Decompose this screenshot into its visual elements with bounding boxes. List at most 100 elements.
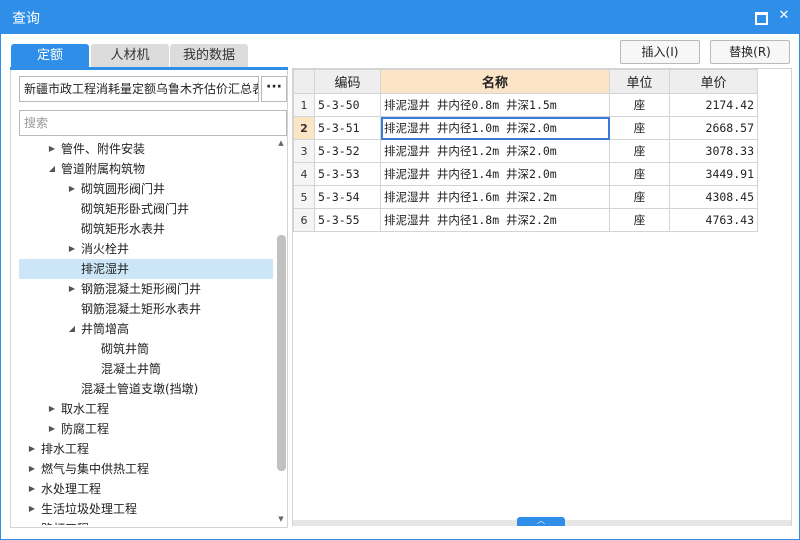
- table-row[interactable]: 6 5-3-55 排泥湿井 井内径1.8m 井深2.2m 座 4763.43: [293, 208, 758, 232]
- table-row[interactable]: 4 5-3-53 排泥湿井 井内径1.4m 井深2.0m 座 3449.91: [293, 162, 758, 186]
- tree-item[interactable]: ▶ 路灯工程: [19, 519, 273, 525]
- search-input[interactable]: [19, 110, 287, 136]
- cell-code[interactable]: 5-3-54: [314, 185, 381, 209]
- cell-unit[interactable]: 座: [609, 162, 670, 186]
- grid-scrollbar[interactable]: ︿: [293, 517, 791, 526]
- row-number[interactable]: 5: [293, 185, 315, 209]
- scroll-up-icon[interactable]: ▲: [275, 137, 287, 149]
- tree-item[interactable]: ▶ 取水工程: [19, 399, 273, 419]
- cell-unit[interactable]: 座: [609, 208, 670, 232]
- title-bar: 查询 ✕: [0, 0, 800, 34]
- table-row[interactable]: 3 5-3-52 排泥湿井 井内径1.2m 井深2.0m 座 3078.33: [293, 139, 758, 163]
- tree-item[interactable]: ▶ 防腐工程: [19, 419, 273, 439]
- cell-name[interactable]: 排泥湿井 井内径1.4m 井深2.0m: [380, 162, 610, 186]
- cell-code[interactable]: 5-3-50: [314, 93, 381, 117]
- tree-item[interactable]: ▶ 管件、附件安装: [19, 139, 273, 159]
- cell-price[interactable]: 2668.57: [669, 116, 758, 140]
- cell-unit[interactable]: 座: [609, 139, 670, 163]
- cell-unit[interactable]: 座: [609, 116, 670, 140]
- scroll-thumb[interactable]: [277, 235, 286, 471]
- expand-arrow-icon[interactable]: ▶: [47, 139, 57, 159]
- maximize-icon[interactable]: [752, 8, 768, 25]
- tree-item[interactable]: 砌筑矩形卧式阀门井: [19, 199, 273, 219]
- cell-unit[interactable]: 座: [609, 93, 670, 117]
- tree-item-label: 钢筋混凝土矩形阀门井: [81, 282, 202, 296]
- quota-grid-panel: 编码 名称 单位 单价 1 5-3-50 排泥湿井 井内径0.8m 井深1.5m 座 2…: [292, 68, 792, 526]
- row-number[interactable]: 4: [293, 162, 315, 186]
- collapse-arrow-icon[interactable]: ◢: [67, 319, 77, 339]
- cell-code[interactable]: 5-3-53: [314, 162, 381, 186]
- close-icon[interactable]: ✕: [776, 8, 792, 24]
- tab-labor-material-machine[interactable]: 人材机: [91, 44, 169, 68]
- tree-item[interactable]: ▶ 钢筋混凝土矩形阀门井: [19, 279, 273, 299]
- expand-arrow-icon[interactable]: ▶: [67, 279, 77, 299]
- more-button[interactable]: ···: [261, 76, 287, 102]
- expand-arrow-icon[interactable]: ▶: [47, 419, 57, 439]
- cell-name[interactable]: 排泥湿井 井内径1.8m 井深2.2m: [380, 208, 610, 232]
- header-unit[interactable]: 单位: [609, 69, 670, 94]
- tree-item[interactable]: 混凝土管道支墩(挡墩): [19, 379, 273, 399]
- tree-item[interactable]: ◢ 井筒增高: [19, 319, 273, 339]
- tree-item-label: 排水工程: [41, 442, 90, 456]
- cell-price[interactable]: 2174.42: [669, 93, 758, 117]
- tree-scrollbar[interactable]: ▲ ▼: [275, 137, 287, 525]
- expand-arrow-icon[interactable]: ▶: [47, 399, 57, 419]
- cell-unit[interactable]: 座: [609, 185, 670, 209]
- tree-item[interactable]: ▶ 燃气与集中供热工程: [19, 459, 273, 479]
- tree-item-label: 砌筑矩形水表井: [81, 222, 166, 236]
- expand-arrow-icon[interactable]: ▶: [27, 519, 37, 525]
- header-name[interactable]: 名称: [380, 69, 610, 94]
- row-number[interactable]: 3: [293, 139, 315, 163]
- tree-item[interactable]: 砌筑井筒: [19, 339, 273, 359]
- tree-item[interactable]: ◢ 管道附属构筑物: [19, 159, 273, 179]
- cell-name[interactable]: 排泥湿井 井内径1.6m 井深2.2m: [380, 185, 610, 209]
- tree-item-label: 砌筑矩形卧式阀门井: [81, 202, 190, 216]
- row-number[interactable]: 1: [293, 93, 315, 117]
- tree-item-label: 钢筋混凝土矩形水表井: [81, 302, 202, 316]
- expand-arrow-icon[interactable]: ▶: [67, 179, 77, 199]
- expand-arrow-icon[interactable]: ▶: [67, 239, 77, 259]
- expand-arrow-icon[interactable]: ▶: [27, 479, 37, 499]
- tab-my-data[interactable]: 我的数据: [170, 44, 248, 68]
- cell-name[interactable]: 排泥湿井 井内径1.2m 井深2.0m: [380, 139, 610, 163]
- header-code[interactable]: 编码: [314, 69, 381, 94]
- expand-arrow-icon[interactable]: ▶: [27, 459, 37, 479]
- tree-item[interactable]: 混凝土井筒: [19, 359, 273, 379]
- tree-item[interactable]: 钢筋混凝土矩形水表井: [19, 299, 273, 319]
- cell-code[interactable]: 5-3-52: [314, 139, 381, 163]
- expand-arrow-icon[interactable]: ▶: [27, 439, 37, 459]
- cell-name[interactable]: 排泥湿井 井内径1.0m 井深2.0m: [380, 116, 610, 140]
- tree-item[interactable]: 砌筑矩形水表井: [19, 219, 273, 239]
- tree-item[interactable]: ▶ 消火栓井: [19, 239, 273, 259]
- row-number[interactable]: 2: [293, 116, 315, 140]
- cell-price[interactable]: 3078.33: [669, 139, 758, 163]
- table-row[interactable]: 1 5-3-50 排泥湿井 井内径0.8m 井深1.5m 座 2174.42: [293, 93, 758, 117]
- cell-price[interactable]: 3449.91: [669, 162, 758, 186]
- cell-code[interactable]: 5-3-55: [314, 208, 381, 232]
- grid-corner: [293, 69, 315, 94]
- quota-library-select[interactable]: 新疆市政工程消耗量定额乌鲁木齐估价汇总表: [19, 76, 259, 102]
- collapse-arrow-icon[interactable]: ◢: [47, 159, 57, 179]
- tree-item[interactable]: ▶ 生活垃圾处理工程: [19, 499, 273, 519]
- header-price[interactable]: 单价: [669, 69, 758, 94]
- cell-name[interactable]: 排泥湿井 井内径0.8m 井深1.5m: [380, 93, 610, 117]
- tree-item[interactable]: ▶ 砌筑圆形阀门井: [19, 179, 273, 199]
- tree-item[interactable]: ▶ 水处理工程: [19, 479, 273, 499]
- cell-price[interactable]: 4308.45: [669, 185, 758, 209]
- collapse-grip-icon[interactable]: ︿: [517, 517, 565, 526]
- tree-item-label: 取水工程: [61, 402, 110, 416]
- table-row[interactable]: 5 5-3-54 排泥湿井 井内径1.6m 井深2.2m 座 4308.45: [293, 185, 758, 209]
- tree-item-label: 排泥湿井: [81, 262, 130, 276]
- table-row[interactable]: 2 5-3-51 排泥湿井 井内径1.0m 井深2.0m 座 2668.57: [293, 116, 758, 140]
- cell-code[interactable]: 5-3-51: [314, 116, 381, 140]
- expand-arrow-icon[interactable]: ▶: [27, 499, 37, 519]
- row-number[interactable]: 6: [293, 208, 315, 232]
- tree-item[interactable]: 排泥湿井: [19, 259, 273, 279]
- tree-item-label: 砌筑圆形阀门井: [81, 182, 166, 196]
- cell-price[interactable]: 4763.43: [669, 208, 758, 232]
- tree-item[interactable]: ▶ 排水工程: [19, 439, 273, 459]
- insert-button[interactable]: 插入(I): [620, 40, 700, 64]
- replace-button[interactable]: 替换(R): [710, 40, 790, 64]
- tab-quota[interactable]: 定额: [11, 44, 89, 68]
- scroll-down-icon[interactable]: ▼: [275, 513, 287, 525]
